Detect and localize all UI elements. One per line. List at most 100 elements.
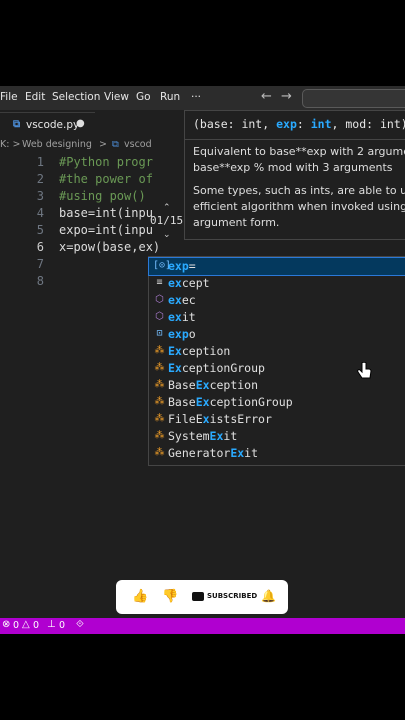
chevron-down-icon[interactable]: ⌄: [163, 230, 171, 240]
line-number: 7: [36, 257, 44, 271]
python-file-icon: ⧉: [112, 139, 119, 150]
editor-tab-vscode-py[interactable]: ⧉ vscode.py ●: [0, 112, 95, 139]
parameter-hints-widget: (base: int, exp: int, mod: int) Equivale…: [184, 110, 405, 240]
suggestion-label: BaseException: [168, 378, 258, 392]
suggestion-match: ex: [168, 310, 182, 324]
suggestion-prefix: Base: [168, 395, 196, 409]
suggestion-match: exp: [168, 259, 189, 273]
hover-doc-line: efficient algorithm when invoked using: [193, 200, 405, 213]
ports-count[interactable]: 0: [59, 620, 65, 631]
ports-icon[interactable]: ⊥: [47, 619, 56, 630]
variable-icon: ⊡: [156, 328, 163, 339]
suggestion-item[interactable]: ⁂ SystemExit: [149, 428, 405, 445]
suggestion-prefix: System: [168, 429, 210, 443]
suggestion-item[interactable]: [⊙] exp=: [148, 257, 405, 276]
suggestion-item[interactable]: ≡ except: [149, 275, 405, 292]
class-icon: ⁂: [154, 430, 165, 441]
suggestion-match: exp: [168, 327, 189, 341]
menu-file[interactable]: File: [0, 91, 18, 103]
suggestion-label: except: [168, 276, 210, 290]
suggestion-suffix: it: [223, 429, 238, 443]
error-icon[interactable]: ⊗: [2, 619, 10, 630]
menu-run[interactable]: Run: [160, 91, 180, 103]
field-icon: [⊙]: [153, 260, 172, 271]
hover-doc-line: argument form.: [193, 216, 280, 229]
class-icon: ⁂: [154, 345, 165, 356]
function-icon: ⬡: [155, 294, 164, 305]
menu-more[interactable]: ···: [191, 91, 201, 103]
suggestion-suffix: ception: [181, 344, 231, 358]
line-number: 4: [36, 206, 44, 220]
suggest-widget: [⊙] exp= ≡ except ⬡ exec ⬡ exit ⊡ expo ⁂ Exception ⁂…: [148, 256, 405, 466]
line-number: 5: [36, 223, 44, 237]
suggestion-match: Ex: [168, 361, 182, 375]
chevron-up-icon[interactable]: ⌃: [163, 203, 171, 213]
suggestion-label: BaseExceptionGroup: [168, 395, 293, 409]
subscribe-overlay: 👍 👎 SUBSCRIBED 🔔: [116, 580, 288, 614]
code-line[interactable]: expo=int(inpu: [59, 223, 153, 237]
suggestion-match: ex: [168, 293, 182, 307]
suggestion-match: x: [202, 412, 210, 426]
suggestion-label: SystemExit: [168, 429, 237, 443]
python-file-icon: ⧉: [13, 119, 21, 130]
signature-counter: 01/15: [150, 214, 184, 227]
menu-view[interactable]: View: [104, 91, 129, 103]
suggestion-item[interactable]: ⁂ GeneratorExit: [149, 445, 405, 462]
suggestion-label: ExceptionGroup: [168, 361, 265, 375]
unsaved-dot-icon[interactable]: ●: [76, 118, 85, 129]
back-arrow-icon[interactable]: ←: [261, 89, 272, 104]
class-icon: ⁂: [154, 379, 165, 390]
bell-icon[interactable]: 🔔: [261, 589, 276, 603]
youtube-icon: [192, 592, 204, 601]
code-line[interactable]: #the power of: [59, 172, 153, 186]
line-number: 1: [36, 155, 44, 169]
thumbs-down-icon[interactable]: 👎: [162, 589, 178, 604]
error-count[interactable]: 0: [13, 620, 19, 631]
breadcrumb: K: > Web designing > ⧉ vscod: [0, 139, 160, 153]
suggestion-item[interactable]: ⊡ expo: [149, 326, 405, 343]
line-number: 2: [36, 172, 44, 186]
line-number: 8: [36, 274, 44, 288]
suggestion-label: Exception: [168, 344, 230, 358]
warning-icon[interactable]: △: [22, 619, 30, 630]
class-icon: ⁂: [154, 413, 165, 424]
suggestion-item[interactable]: ⬡ exec: [149, 292, 405, 309]
menu-go[interactable]: Go: [136, 91, 151, 103]
thumbs-up-icon[interactable]: 👍: [132, 589, 148, 604]
suggestion-match: Ex: [209, 429, 224, 443]
forward-arrow-icon[interactable]: →: [281, 89, 292, 104]
breadcrumb-folder[interactable]: Web designing: [22, 139, 92, 150]
code-line[interactable]: #Python progr: [59, 155, 153, 169]
subscribe-label[interactable]: SUBSCRIBED: [207, 592, 257, 600]
tab-label: vscode.py: [26, 119, 80, 131]
hover-divider: [185, 139, 405, 140]
remote-icon[interactable]: ⟐: [76, 619, 84, 630]
menu-edit[interactable]: Edit: [25, 91, 45, 103]
suggestion-item[interactable]: ⁂ FileExistsError: [149, 411, 405, 428]
suggestion-prefix: Generator: [168, 446, 231, 460]
warning-count[interactable]: 0: [33, 620, 39, 631]
suggestion-item[interactable]: ⬡ exit: [149, 309, 405, 326]
class-icon: ⁂: [154, 447, 165, 458]
code-line-active[interactable]: x=pow(base,ex): [59, 240, 160, 254]
suggestion-item[interactable]: ⁂ Exception: [149, 343, 405, 360]
command-center-search[interactable]: [302, 89, 405, 108]
suggestion-suffix: o: [188, 327, 196, 341]
breadcrumb-file[interactable]: vscod: [124, 139, 152, 150]
class-icon: ⁂: [154, 362, 165, 373]
suggestion-item[interactable]: ⁂ BaseExceptionGroup: [149, 394, 405, 411]
breadcrumb-drive[interactable]: K: >: [0, 139, 20, 150]
hand-cursor-icon: [357, 362, 372, 379]
suggestion-suffix: ceptionGroup: [209, 395, 293, 409]
suggestion-suffix: ec: [181, 293, 196, 307]
hover-doc-line: base**exp % mod with 3 arguments: [193, 161, 393, 174]
menu-selection[interactable]: Selection: [52, 91, 100, 103]
suggestion-match: Ex: [195, 395, 210, 409]
code-line[interactable]: #using pow(): [59, 189, 146, 203]
suggestion-match: Ex: [195, 378, 210, 392]
code-line[interactable]: base=int(inpu: [59, 206, 153, 220]
status-bar: ⊗ 0 △ 0 ⊥ 0 ⟐: [0, 618, 405, 634]
line-number: 6: [36, 240, 44, 254]
function-icon: ⬡: [155, 311, 164, 322]
menu-bar: File Edit Selection View Go Run ··· ← →: [0, 86, 405, 110]
